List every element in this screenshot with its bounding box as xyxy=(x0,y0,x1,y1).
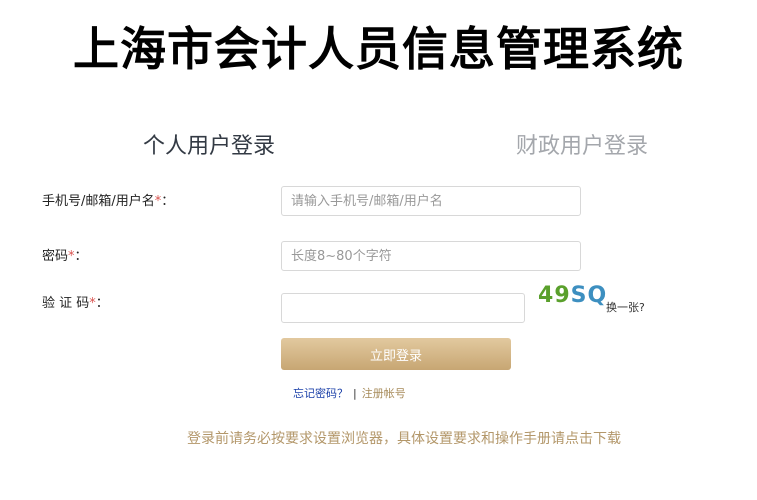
password-label: 密码*： xyxy=(42,248,88,266)
link-separator: | xyxy=(353,387,357,400)
forgot-password-link[interactable]: 忘记密码？ xyxy=(293,387,348,400)
captcha-char-1: 4 xyxy=(538,283,555,308)
captcha-label-text: 验 证 码 xyxy=(42,296,90,311)
login-page: 上海市会计人员信息管理系统 个人用户登录 财政用户登录 手机号/邮箱/用户名*：… xyxy=(0,0,757,500)
username-label-text: 手机号/邮箱/用户名 xyxy=(42,194,155,209)
page-title: 上海市会计人员信息管理系统 xyxy=(73,22,684,76)
captcha-image[interactable]: 49SQ xyxy=(538,283,607,308)
password-label-text: 密码 xyxy=(42,249,69,264)
captcha-label-colon: ： xyxy=(95,296,109,311)
username-input[interactable] xyxy=(281,186,581,216)
username-label-colon: ： xyxy=(161,194,175,209)
tab-finance-login[interactable]: 财政用户登录 xyxy=(516,132,648,162)
password-label-colon: ： xyxy=(74,249,88,264)
password-input[interactable] xyxy=(281,241,581,271)
tab-personal-login[interactable]: 个人用户登录 xyxy=(143,132,275,162)
captcha-input[interactable] xyxy=(281,293,525,323)
captcha-char-4: Q xyxy=(587,283,608,308)
captcha-label: 验 证 码*： xyxy=(42,295,109,313)
register-link[interactable]: 注册帐号 xyxy=(362,387,406,400)
captcha-char-3: S xyxy=(570,283,588,308)
account-links: 忘记密码？ | 注册帐号 xyxy=(293,386,406,402)
captcha-refresh-link[interactable]: 换一张? xyxy=(606,299,645,315)
login-button[interactable]: 立即登录 xyxy=(281,338,511,370)
username-label: 手机号/邮箱/用户名*： xyxy=(42,193,174,211)
browser-settings-notice-link[interactable]: 登录前请务必按要求设置浏览器，具体设置要求和操作手册请点击下载 xyxy=(0,429,757,449)
captcha-char-2: 9 xyxy=(554,283,571,308)
